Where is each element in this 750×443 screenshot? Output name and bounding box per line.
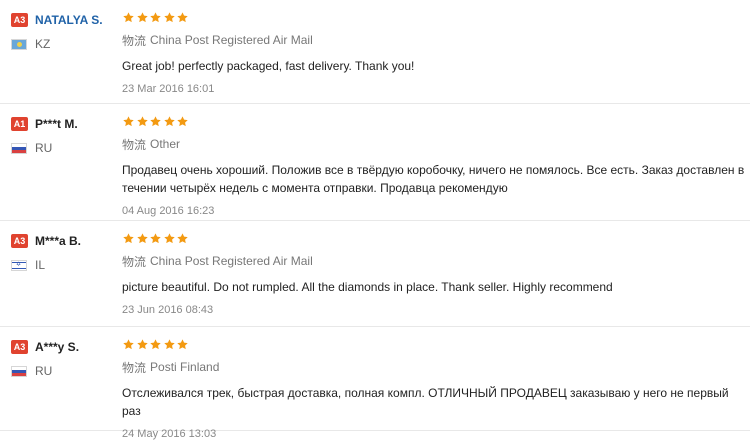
- review-comment: Отслеживался трек, быстрая доставка, пол…: [122, 386, 729, 418]
- star-icon: [122, 115, 135, 128]
- star-icon: [176, 232, 189, 245]
- buyer-country: RU: [35, 141, 53, 155]
- star-icon: [176, 115, 189, 128]
- country-flag-icon: [11, 259, 27, 271]
- reviews-list: A3 NATALYA S. KZ 物流 China Post Registere…: [0, 0, 750, 443]
- review-date: 24 May 2016 13:03: [122, 428, 217, 440]
- review-user: A3 M***a B. IL: [11, 233, 116, 273]
- review-content: 物流 China Post Registered Air Mail pictur…: [122, 232, 750, 316]
- star-icon: [136, 232, 149, 245]
- star-icon: [176, 338, 189, 351]
- star-icon: [149, 338, 162, 351]
- rating-stars: [122, 11, 750, 29]
- review-comment: Продавец очень хороший. Положив все в тв…: [122, 163, 745, 195]
- buyer-name[interactable]: P***t M.: [35, 117, 78, 131]
- logistics-label: 物流: [122, 254, 147, 269]
- logistics-info: 物流 China Post Registered Air Mail: [122, 33, 750, 48]
- buyer-level-badge: A3: [11, 13, 28, 27]
- buyer-name[interactable]: A***y S.: [35, 340, 79, 354]
- review-date: 04 Aug 2016 16:23: [122, 205, 215, 217]
- buyer-name[interactable]: M***a B.: [35, 234, 81, 248]
- logistics-info: 物流 Other: [122, 137, 750, 152]
- star-icon: [163, 115, 176, 128]
- logistics-method: China Post Registered Air Mail: [150, 33, 313, 47]
- logistics-label: 物流: [122, 33, 147, 48]
- country-flag-icon: [11, 38, 27, 50]
- review-item: A3 M***a B. IL 物流 China Post Registered …: [0, 221, 750, 327]
- rating-stars: [122, 232, 750, 250]
- country-flag-icon: [11, 142, 27, 154]
- buyer-country: RU: [35, 364, 53, 378]
- review-comment: Great job! perfectly packaged, fast deli…: [122, 59, 415, 73]
- star-icon: [149, 11, 162, 24]
- country-flag-icon: [11, 365, 27, 377]
- review-content: 物流 Posti Finland Отслеживался трек, быст…: [122, 338, 750, 440]
- review-content: 物流 China Post Registered Air Mail Great …: [122, 11, 750, 95]
- star-icon: [122, 338, 135, 351]
- star-icon: [136, 115, 149, 128]
- review-user: A3 NATALYA S. KZ: [11, 12, 116, 52]
- logistics-method: China Post Registered Air Mail: [150, 254, 313, 268]
- star-icon: [149, 115, 162, 128]
- review-item: A1 P***t M. RU 物流 Other Продавец очень х…: [0, 104, 750, 221]
- buyer-country: KZ: [35, 37, 51, 51]
- review-content: 物流 Other Продавец очень хороший. Положив…: [122, 115, 750, 217]
- review-user: A1 P***t M. RU: [11, 116, 116, 156]
- buyer-level-badge: A3: [11, 234, 28, 248]
- logistics-info: 物流 China Post Registered Air Mail: [122, 254, 750, 269]
- star-icon: [122, 11, 135, 24]
- buyer-name[interactable]: NATALYA S.: [35, 13, 103, 27]
- star-icon: [163, 338, 176, 351]
- star-icon: [163, 11, 176, 24]
- star-icon: [163, 232, 176, 245]
- logistics-method: Posti Finland: [150, 360, 220, 374]
- star-icon: [176, 11, 189, 24]
- buyer-level-badge: A1: [11, 117, 28, 131]
- rating-stars: [122, 115, 750, 133]
- buyer-country: IL: [35, 258, 46, 272]
- star-icon: [136, 11, 149, 24]
- buyer-level-badge: A3: [11, 340, 28, 354]
- review-date: 23 Mar 2016 16:01: [122, 83, 215, 95]
- review-user: A3 A***y S. RU: [11, 339, 116, 379]
- logistics-label: 物流: [122, 137, 147, 152]
- review-item: A3 A***y S. RU 物流 Posti Finland Отслежив…: [0, 327, 750, 440]
- star-icon: [136, 338, 149, 351]
- rating-stars: [122, 338, 750, 356]
- review-date: 23 Jun 2016 08:43: [122, 304, 214, 316]
- logistics-label: 物流: [122, 360, 147, 375]
- star-icon: [149, 232, 162, 245]
- review-comment: picture beautiful. Do not rumpled. All t…: [122, 280, 613, 294]
- star-icon: [122, 232, 135, 245]
- review-item: A3 NATALYA S. KZ 物流 China Post Registere…: [0, 0, 750, 104]
- logistics-method: Other: [150, 137, 181, 151]
- logistics-info: 物流 Posti Finland: [122, 360, 750, 375]
